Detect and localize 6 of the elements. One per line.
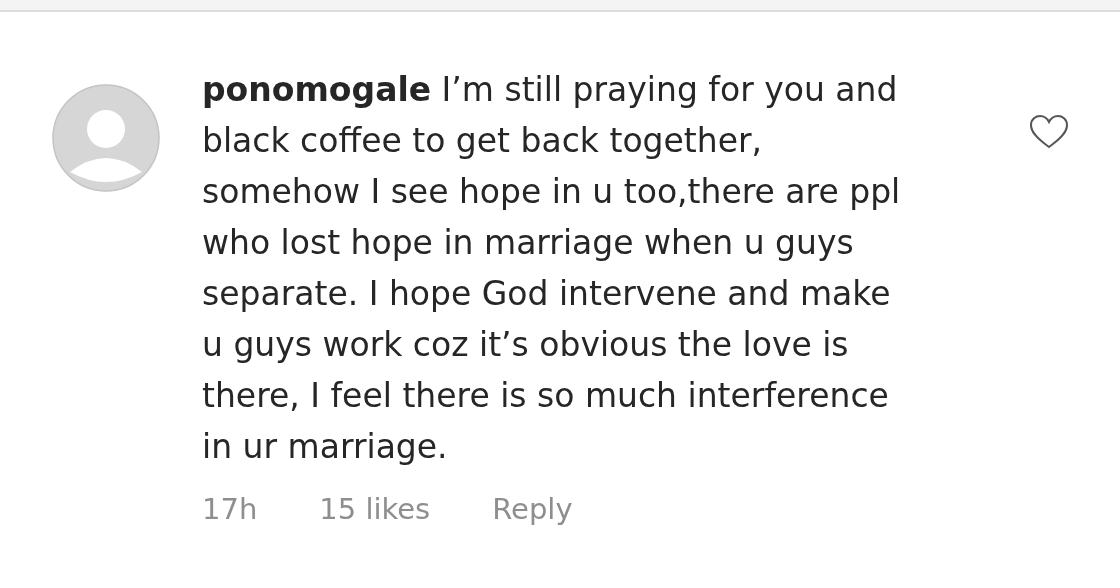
avatar-icon [52, 84, 160, 192]
comment-text: ponomogale I’m still praying for you and black coffee to get back together, somehow I see hope in u too,there are ppl who lost hope in marriage when u guys separate. I hope God intervene and make u guys work coz it’s obvious the love is there, I feel there is so much interference in ur marriage. [202, 69, 902, 468]
reply-button[interactable]: Reply [492, 492, 573, 526]
comment-time: 17h [202, 492, 258, 526]
heart-icon[interactable] [1029, 114, 1069, 150]
likes-count[interactable]: 15 likes [319, 492, 431, 526]
